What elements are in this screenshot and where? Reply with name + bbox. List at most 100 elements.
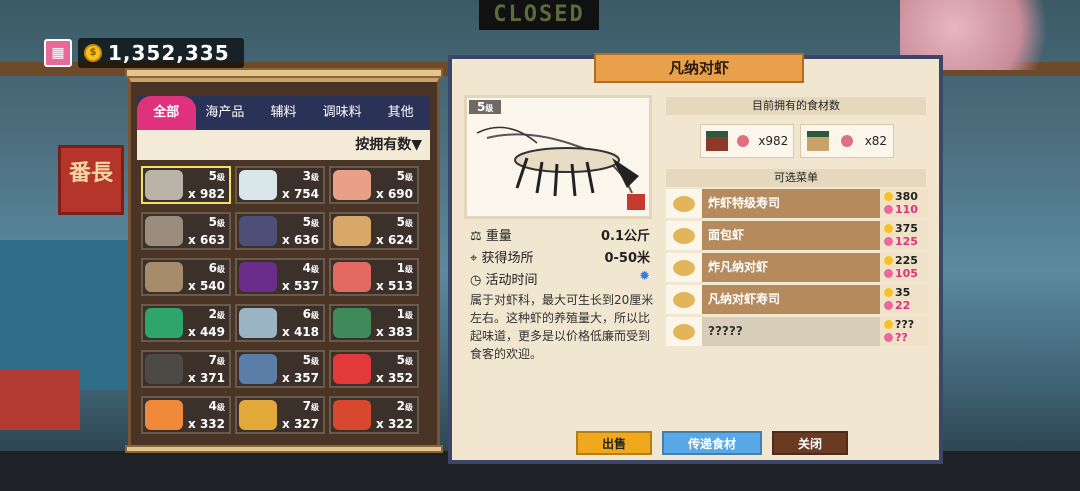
- slot-level: 4级: [302, 261, 319, 275]
- slot-quantity: x 513: [376, 279, 413, 293]
- slot-quantity: x 449: [188, 325, 225, 339]
- top-bar: ▦ $ 1,352,335: [44, 38, 244, 68]
- ingredient-slot[interactable]: 5级 x 663: [141, 212, 231, 250]
- ingredient-icon: [145, 262, 183, 292]
- category-tabs: 全部 海产品 辅料 调味料 其他: [137, 96, 430, 130]
- ingredient-icon: [333, 354, 371, 384]
- artist-stamp: [627, 194, 645, 210]
- owned-header: 目前拥有的食材数: [666, 97, 926, 115]
- recipe-row[interactable]: 炸凡纳对虾 225 105: [666, 253, 928, 282]
- ingredient-slot[interactable]: 3级 x 754: [235, 166, 325, 204]
- ingredient-slot[interactable]: 7级 x 327: [235, 396, 325, 434]
- flavor-icon: [884, 237, 893, 246]
- slot-level: 5级: [396, 215, 413, 229]
- closed-sign: CLOSED: [479, 0, 599, 30]
- slot-quantity: x 383: [376, 325, 413, 339]
- shrimp-icon: [840, 135, 853, 147]
- recipe-values: ?????: [880, 317, 928, 346]
- ingredient-slot[interactable]: 1级 x 513: [329, 258, 419, 296]
- slot-level: 5级: [396, 353, 413, 367]
- ingredient-slot[interactable]: 2级 x 449: [141, 304, 231, 342]
- sell-button[interactable]: 出售: [576, 431, 653, 455]
- slot-quantity: x 690: [376, 187, 413, 201]
- menu-header: 可选菜单: [666, 169, 926, 187]
- ingredient-icon: [145, 170, 183, 200]
- action-buttons: 出售 传递食材 关闭: [576, 431, 849, 455]
- slot-level: 5级: [396, 169, 413, 183]
- level-tag: 5级: [469, 100, 502, 114]
- ingredient-icon: [145, 308, 183, 338]
- ingredient-icon: [239, 354, 277, 384]
- ingredient-icon: [145, 216, 183, 246]
- ingredient-slot[interactable]: 6级 x 418: [235, 304, 325, 342]
- tab-ingredients[interactable]: 辅料: [254, 96, 313, 130]
- slot-quantity: x 624: [376, 233, 413, 247]
- send-ingredient-button[interactable]: 传递食材: [662, 431, 763, 455]
- ingredient-icon: [239, 308, 277, 338]
- slot-quantity: x 332: [188, 417, 225, 431]
- sort-dropdown[interactable]: 按拥有数▼: [137, 130, 430, 160]
- ingredient-slot[interactable]: 4级 x 537: [235, 258, 325, 296]
- dish-icon: [666, 317, 702, 346]
- ingredient-slot[interactable]: 5级 x 982: [141, 166, 231, 204]
- location-pin-icon: ⌖: [470, 251, 478, 266]
- inventory-panel: 全部 海产品 辅料 调味料 其他 按拥有数▼ 5级 x 982 3级 x 754 5级 x…: [125, 68, 443, 453]
- dish-icon: [666, 221, 702, 250]
- coin-icon: [884, 288, 893, 297]
- ingredient-description: 属于对虾科，最大可生长到20厘米左右。这种虾的养殖量大，所以比起味道，更多是以价…: [470, 293, 654, 361]
- slot-level: 1级: [396, 307, 413, 321]
- detail-panel: 凡纳对虾 5级 ⚖ 重量 0.1公斤 ⌖ 获得场所 0-50米 ◷ 活动时间 ✹…: [448, 53, 943, 464]
- shop-menu-icon[interactable]: ▦: [44, 39, 72, 67]
- slot-quantity: x 754: [282, 187, 319, 201]
- stat-active-time: ◷ 活动时间 ✹: [470, 269, 650, 288]
- ingredient-slot[interactable]: 5级 x 352: [329, 350, 419, 388]
- ingredient-slot[interactable]: 5级 x 636: [235, 212, 325, 250]
- slot-quantity: x 663: [188, 233, 225, 247]
- red-counter: [0, 370, 80, 430]
- dish-icon: [666, 285, 702, 314]
- tab-other[interactable]: 其他: [371, 96, 430, 130]
- restaurant-icon: [705, 131, 728, 151]
- slot-quantity: x 418: [282, 325, 319, 339]
- ingredient-slot[interactable]: 2级 x 322: [329, 396, 419, 434]
- slot-level: 5级: [302, 353, 319, 367]
- ingredient-slot[interactable]: 6级 x 540: [141, 258, 231, 296]
- ingredient-slot[interactable]: 5级 x 690: [329, 166, 419, 204]
- coin-icon: [884, 256, 893, 265]
- ingredient-image: 5级: [464, 95, 652, 219]
- close-button[interactable]: 关闭: [772, 431, 849, 455]
- slot-level: 4级: [208, 399, 225, 413]
- recipe-menu-list: 炸虾特级寿司 380 110 面包虾 375 125 炸凡纳对虾 225 105 凡纳对虾寿司 35…: [666, 189, 928, 349]
- ingredient-slot[interactable]: 4级 x 332: [141, 396, 231, 434]
- ingredient-slot[interactable]: 7级 x 371: [141, 350, 231, 388]
- slot-quantity: x 327: [282, 417, 319, 431]
- detail-title: 凡纳对虾: [594, 53, 804, 83]
- recipe-row[interactable]: 炸虾特级寿司 380 110: [666, 189, 928, 218]
- slot-level: 7级: [208, 353, 225, 367]
- recipe-name: ?????: [708, 324, 743, 338]
- recipe-row[interactable]: 面包虾 375 125: [666, 221, 928, 250]
- ingredient-slot[interactable]: 1级 x 383: [329, 304, 419, 342]
- recipe-row[interactable]: 凡纳对虾寿司 35 22: [666, 285, 928, 314]
- slot-level: 3级: [302, 169, 319, 183]
- tab-seafood[interactable]: 海产品: [196, 96, 255, 130]
- ingredient-icon: [239, 262, 277, 292]
- daytime-icon: ✹: [639, 269, 650, 284]
- ingredient-grid: 5级 x 982 3级 x 754 5级 x 690 5级 x 663 5级 x 636 5级 x 6…: [141, 166, 426, 434]
- slot-level: 2级: [208, 307, 225, 321]
- flavor-icon: [884, 269, 893, 278]
- storage-icon: [806, 131, 829, 151]
- shrimp-illustration: [476, 126, 639, 197]
- recipe-row[interactable]: ??????????: [666, 317, 928, 346]
- slot-level: 2级: [396, 399, 413, 413]
- ingredient-icon: [333, 308, 371, 338]
- tab-all[interactable]: 全部: [137, 96, 196, 130]
- shrimp-icon: [736, 135, 749, 147]
- recipe-name: 炸虾特级寿司: [708, 196, 781, 210]
- owned-restaurant: x982: [700, 124, 794, 158]
- recipe-name: 凡纳对虾寿司: [708, 292, 781, 306]
- slot-quantity: x 537: [282, 279, 319, 293]
- ingredient-slot[interactable]: 5级 x 624: [329, 212, 419, 250]
- tab-seasoning[interactable]: 调味料: [313, 96, 372, 130]
- ingredient-slot[interactable]: 5级 x 357: [235, 350, 325, 388]
